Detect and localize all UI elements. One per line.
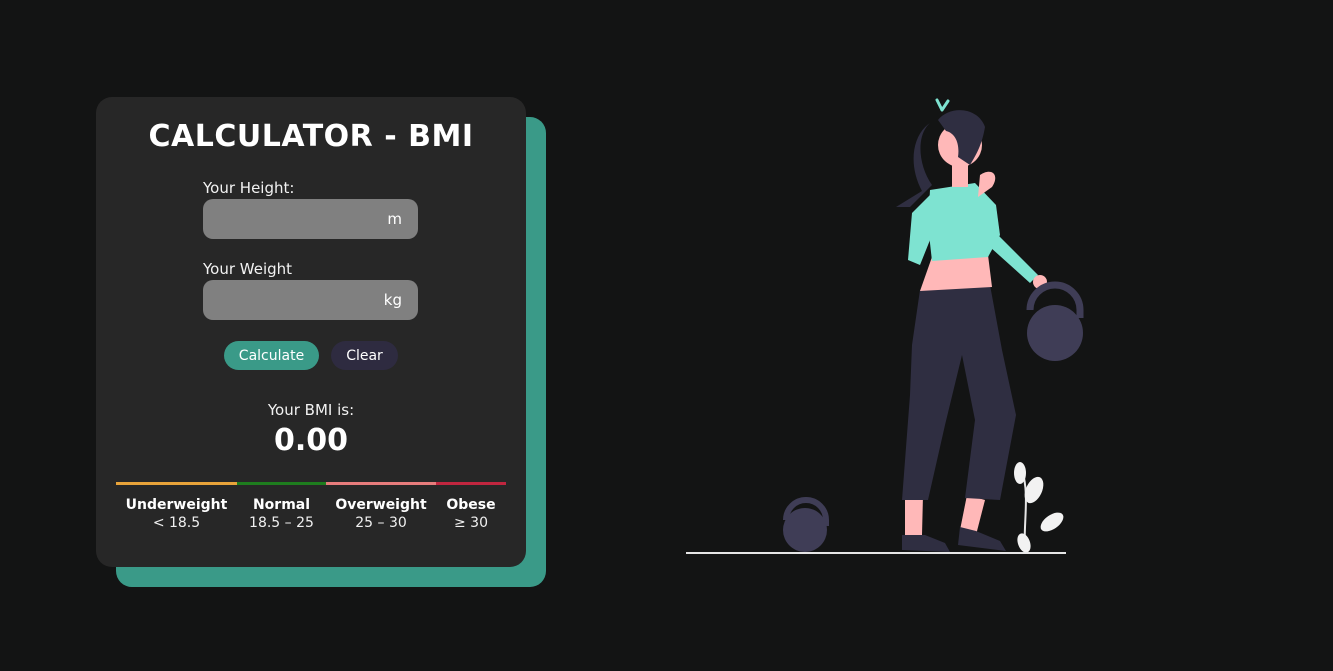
bmi-calculator-card: CALCULATOR - BMI Your Height: m Your Wei… (96, 97, 526, 567)
category-normal: Normal 18.5 – 25 (237, 482, 326, 531)
result-label: Your BMI is: (267, 401, 355, 419)
crop-top (928, 183, 1000, 261)
category-overweight-range: 25 – 30 (355, 515, 407, 531)
page-title: CALCULATOR - BMI (148, 119, 474, 154)
weight-unit: kg (383, 291, 402, 309)
height-unit: m (387, 210, 402, 228)
hair-tie (935, 98, 950, 112)
kettlebell-large-icon (1026, 281, 1084, 361)
category-overweight: Overweight 25 – 30 (326, 482, 436, 531)
ground-line (686, 552, 1066, 554)
ponytail (896, 123, 932, 207)
kettlebell-small-icon (783, 497, 829, 552)
category-normal-name: Normal (252, 497, 311, 513)
height-field-box: m (203, 199, 418, 239)
clear-button[interactable]: Clear (331, 341, 398, 370)
category-underweight-name: Underweight (125, 497, 228, 513)
category-normal-range: 18.5 – 25 (249, 515, 314, 531)
height-label: Your Height: (203, 179, 295, 197)
category-underweight-range: < 18.5 (152, 515, 201, 531)
category-overweight-bar (326, 482, 436, 485)
height-input[interactable] (203, 199, 383, 239)
category-underweight: Underweight < 18.5 (116, 482, 237, 531)
weight-input[interactable] (203, 280, 383, 320)
plant-icon (1014, 462, 1064, 553)
category-obese: Obese ≥ 30 (436, 482, 506, 531)
category-obese-bar (436, 482, 506, 485)
page: CALCULATOR - BMI Your Height: m Your Wei… (0, 0, 1333, 671)
category-obese-name: Obese (446, 497, 496, 513)
bmi-result-value: 0.00 (273, 423, 349, 458)
category-underweight-bar (116, 482, 237, 485)
weight-label: Your Weight (203, 260, 293, 278)
bmi-category-scale: Underweight < 18.5 Normal 18.5 – 25 Over… (116, 482, 506, 531)
right-shoe (958, 527, 1006, 551)
category-normal-bar (237, 482, 326, 485)
pants (902, 285, 1016, 500)
fitness-woman-illustration (686, 98, 1084, 554)
calculate-button[interactable]: Calculate (224, 341, 319, 370)
category-obese-range: ≥ 30 (454, 515, 488, 531)
left-shoe (902, 535, 950, 552)
weight-field-box: kg (203, 280, 418, 320)
category-overweight-name: Overweight (335, 497, 427, 513)
